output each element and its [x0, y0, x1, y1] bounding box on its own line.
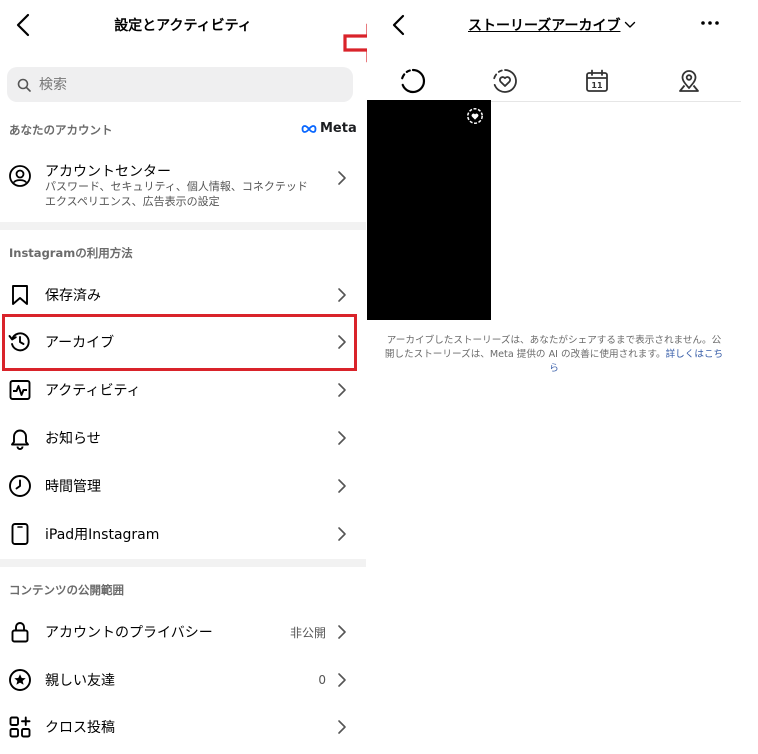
account-center-item[interactable]: アカウントセンター パスワード、セキュリティ、個人情報、コネクテッドエクスペリエ… — [0, 155, 360, 217]
cross-posting-item[interactable]: クロス投稿 — [0, 704, 360, 750]
search-icon — [17, 78, 31, 92]
close-friends-label: 親しい友達 — [45, 673, 115, 689]
section-instagram-usage: Instagramの利用方法 — [9, 246, 133, 260]
chevron-right-icon — [338, 171, 346, 185]
section-content-visibility: コンテンツの公開範囲 — [9, 583, 124, 597]
chevron-right-icon — [338, 527, 346, 541]
highlight-badge-icon — [467, 108, 483, 124]
chevron-right-icon — [338, 431, 346, 445]
notifications-item[interactable]: お知らせ — [0, 415, 360, 461]
saved-item[interactable]: 保存済み — [0, 272, 360, 318]
section-your-account: あなたのアカウント — [9, 123, 113, 137]
ipad-icon — [11, 523, 29, 545]
clock-icon — [9, 475, 31, 497]
archive-tabs: 11 — [367, 60, 741, 103]
cross-post-icon — [9, 716, 31, 738]
chevron-right-icon — [338, 673, 346, 687]
activity-label: アクティビティ — [45, 383, 141, 399]
activity-icon — [9, 380, 31, 400]
account-privacy-value: 非公開 — [289, 625, 326, 640]
meta-wordmark: Meta — [320, 121, 357, 136]
calendar-icon: 11 — [586, 69, 608, 92]
account-privacy-label: アカウントのプライバシー — [45, 625, 213, 641]
account-privacy-item[interactable]: アカウントのプライバシー 非公開 — [0, 609, 360, 655]
bookmark-icon — [12, 285, 28, 305]
tab-highlights[interactable] — [459, 60, 551, 102]
archive-type-selector[interactable]: ストーリーズアーカイブ — [468, 15, 636, 35]
archive-title: ストーリーズアーカイブ — [468, 18, 621, 34]
chevron-right-icon — [338, 625, 346, 639]
stories-archive-icon — [401, 68, 426, 94]
lock-icon — [11, 622, 29, 643]
account-center-description: パスワード、セキュリティ、個人情報、コネクテッドエクスペリエンス、広告表示の設定 — [45, 180, 308, 208]
page-title: 設定とアクティビティ — [114, 18, 252, 34]
ipad-instagram-label: iPad用Instagram — [45, 527, 160, 543]
chevron-right-icon — [338, 720, 346, 734]
search-input[interactable] — [39, 76, 329, 93]
section-divider — [0, 222, 366, 230]
star-circle-icon — [9, 669, 31, 691]
account-center-label: アカウントセンター — [45, 164, 171, 180]
bell-icon — [11, 429, 29, 450]
tab-calendar[interactable]: 11 — [551, 60, 643, 102]
location-icon — [679, 70, 699, 92]
activity-item[interactable]: アクティビティ — [0, 367, 360, 413]
close-friends-count: 0 — [318, 673, 326, 687]
tab-location[interactable] — [643, 60, 735, 102]
archived-story-thumbnail[interactable] — [367, 100, 491, 320]
ipad-instagram-item[interactable]: iPad用Instagram — [0, 511, 360, 557]
settings-panel: 設定とアクティビティ あなたのアカウント Meta アカウントセンター パスワー… — [0, 0, 366, 754]
account-circle-icon — [9, 165, 31, 187]
section-divider — [0, 559, 366, 567]
chevron-right-icon — [338, 479, 346, 493]
chevron-right-icon — [338, 288, 346, 302]
chevron-right-icon — [338, 383, 346, 397]
settings-header: 設定とアクティビティ — [0, 0, 366, 54]
notifications-label: お知らせ — [45, 431, 101, 447]
time-management-label: 時間管理 — [45, 479, 101, 495]
time-management-item[interactable]: 時間管理 — [0, 463, 360, 509]
cross-posting-label: クロス投稿 — [45, 720, 115, 736]
archive-highlight-box — [2, 314, 357, 371]
more-options-icon[interactable] — [699, 15, 721, 31]
story-archive-panel: ストーリーズアーカイブ 11 アーカイブしたストーリーズは、あなたがシェアするま… — [367, 0, 758, 754]
tab-stories-archive[interactable] — [367, 60, 459, 103]
meta-logo: Meta — [301, 121, 357, 136]
saved-label: 保存済み — [45, 288, 101, 304]
highlights-icon — [493, 69, 517, 93]
close-friends-item[interactable]: 親しい友達 0 — [0, 657, 360, 703]
meta-infinity-icon — [301, 124, 317, 133]
archive-notice: アーカイブしたストーリーズは、あなたがシェアするまで表示されません。公開したスト… — [383, 334, 725, 376]
chevron-down-icon — [625, 21, 636, 28]
search-bar[interactable] — [7, 67, 353, 102]
back-icon[interactable] — [387, 10, 411, 40]
calendar-day-number: 11 — [591, 81, 603, 90]
